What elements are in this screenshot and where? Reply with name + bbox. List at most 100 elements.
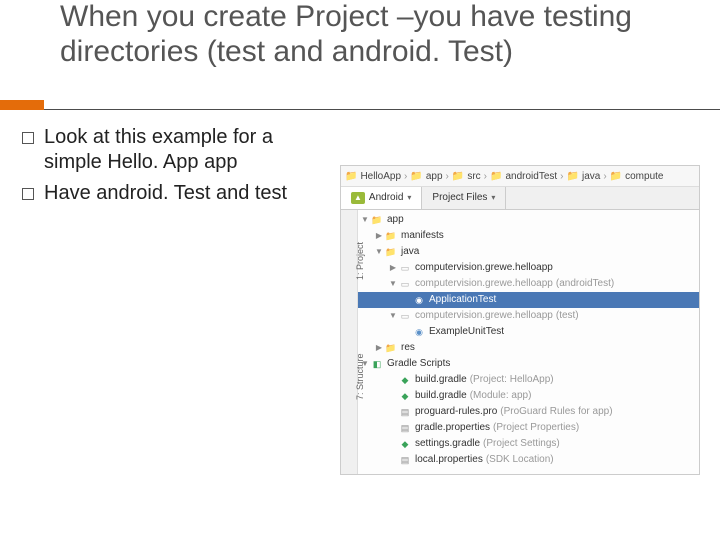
ide-panel: 📁 HelloApp › 📁 app › 📁 src › 📁 androidTe… <box>340 165 700 475</box>
chevron-down-icon: ▾ <box>491 189 495 207</box>
node-label: manifests <box>401 228 444 244</box>
expand-icon[interactable]: ▼ <box>360 212 370 228</box>
gradle-file-icon: ◆ <box>398 390 412 402</box>
node-annotation: (Project Settings) <box>483 436 560 452</box>
crumb[interactable]: java <box>582 171 600 182</box>
node-label: computervision.grewe.helloapp <box>415 308 553 324</box>
tab-label: Android <box>369 189 403 207</box>
folder-icon: 📁 <box>384 342 398 354</box>
crumb[interactable]: androidTest <box>505 171 557 182</box>
tree-node-pkg-androidtest[interactable]: ▼ ▭ computervision.grewe.helloapp (andro… <box>358 276 699 292</box>
folder-icon: 📁 <box>384 246 398 258</box>
chevron-down-icon: ▾ <box>407 189 411 207</box>
tree-node-manifests[interactable]: ▶ 📁 manifests <box>358 228 699 244</box>
bullet-marker <box>22 132 34 144</box>
expand-icon[interactable]: ▶ <box>374 228 384 244</box>
package-icon: ▭ <box>398 262 412 274</box>
tree-node-gradle-scripts[interactable]: ▼ ◧ Gradle Scripts <box>358 356 699 372</box>
folder-icon: 📁 <box>567 171 579 182</box>
node-annotation: (SDK Location) <box>486 452 554 468</box>
gradle-icon: ◧ <box>370 358 384 370</box>
breadcrumb[interactable]: 📁 HelloApp › 📁 app › 📁 src › 📁 androidTe… <box>341 166 699 187</box>
folder-icon: 📁 <box>345 171 357 182</box>
tool-window-stripe: 1: Project 7: Structure <box>341 210 358 474</box>
tree-node-gradle-properties[interactable]: ▤ gradle.properties (Project Properties) <box>358 420 699 436</box>
tab-android[interactable]: ▲ Android ▾ <box>341 187 422 209</box>
node-label: settings.gradle <box>415 436 480 452</box>
tree-node-local-properties[interactable]: ▤ local.properties (SDK Location) <box>358 452 699 468</box>
tree-node-applicationtest[interactable]: ◉ ApplicationTest <box>358 292 699 308</box>
node-label: proguard-rules.pro <box>415 404 497 420</box>
expand-icon[interactable]: ▼ <box>388 308 398 324</box>
node-annotation: (Project Properties) <box>493 420 579 436</box>
node-label: computervision.grewe.helloapp <box>415 260 553 276</box>
project-tree: ▼ 📁 app ▶ 📁 manifests ▼ 📁 java ▶ ▭ compu… <box>358 210 699 474</box>
bullet-marker <box>22 188 34 200</box>
expand-icon[interactable]: ▶ <box>374 340 384 356</box>
title-underline <box>0 109 720 110</box>
chevron-right-icon: › <box>559 171 564 182</box>
node-label: build.gradle <box>415 372 467 388</box>
expand-icon[interactable]: ▶ <box>388 260 398 276</box>
tree-node-build-gradle-project[interactable]: ◆ build.gradle (Project: HelloApp) <box>358 372 699 388</box>
node-label: local.properties <box>415 452 483 468</box>
crumb[interactable]: src <box>467 171 480 182</box>
crumb[interactable]: HelloApp <box>360 171 401 182</box>
node-label: build.gradle <box>415 388 467 404</box>
tree-node-proguard[interactable]: ▤ proguard-rules.pro (ProGuard Rules for… <box>358 404 699 420</box>
tab-label: Project Files <box>432 189 487 207</box>
slide: When you create Project –you have testin… <box>0 0 720 540</box>
node-annotation: (Project: HelloApp) <box>470 372 554 388</box>
tree-node-res[interactable]: ▶ 📁 res <box>358 340 699 356</box>
tree-node-pkg-test[interactable]: ▼ ▭ computervision.grewe.helloapp (test) <box>358 308 699 324</box>
folder-icon: 📁 <box>490 171 502 182</box>
module-icon: 📁 <box>370 214 384 226</box>
tree-node-settings-gradle[interactable]: ◆ settings.gradle (Project Settings) <box>358 436 699 452</box>
class-icon: ◉ <box>412 326 426 338</box>
crumb[interactable]: app <box>426 171 443 182</box>
project-view-tabs: ▲ Android ▾ Project Files ▾ <box>341 187 699 210</box>
android-icon: ▲ <box>351 192 365 204</box>
folder-icon: 📁 <box>452 171 464 182</box>
expand-icon[interactable]: ▼ <box>374 244 384 260</box>
expand-icon[interactable]: ▼ <box>388 276 398 292</box>
node-annotation: (Module: app) <box>470 388 532 404</box>
file-icon: ▤ <box>398 454 412 466</box>
tree-node-pkg-main[interactable]: ▶ ▭ computervision.grewe.helloapp <box>358 260 699 276</box>
node-annotation: (ProGuard Rules for app) <box>500 404 612 420</box>
tree-node-app[interactable]: ▼ 📁 app <box>358 212 699 228</box>
chevron-right-icon: › <box>445 171 450 182</box>
folder-icon: 📁 <box>384 230 398 242</box>
package-icon: ▭ <box>398 278 412 290</box>
folder-icon: 📁 <box>410 171 422 182</box>
bullet-list: Look at this example for a simple Hello.… <box>22 125 312 212</box>
package-icon: ▭ <box>398 310 412 322</box>
gradle-file-icon: ◆ <box>398 374 412 386</box>
bullet-item: Look at this example for a simple Hello.… <box>22 125 312 175</box>
node-label: Gradle Scripts <box>387 356 450 372</box>
node-label: java <box>401 244 419 260</box>
expand-icon[interactable]: ▼ <box>360 356 370 372</box>
chevron-right-icon: › <box>403 171 408 182</box>
node-label: res <box>401 340 415 356</box>
node-annotation: (test) <box>556 308 579 324</box>
tree-node-java[interactable]: ▼ 📁 java <box>358 244 699 260</box>
bullet-text: Have android. Test and test <box>44 181 287 206</box>
accent-bar <box>0 100 44 110</box>
tab-project-files[interactable]: Project Files ▾ <box>422 187 506 209</box>
chevron-right-icon: › <box>602 171 607 182</box>
bullet-text: Look at this example for a simple Hello.… <box>44 125 312 175</box>
title-block: When you create Project –you have testin… <box>60 0 660 69</box>
gradle-file-icon: ◆ <box>398 438 412 450</box>
tree-node-exampleunittest[interactable]: ◉ ExampleUnitTest <box>358 324 699 340</box>
tree-node-build-gradle-module[interactable]: ◆ build.gradle (Module: app) <box>358 388 699 404</box>
node-label: ApplicationTest <box>429 292 496 308</box>
slide-title: When you create Project –you have testin… <box>60 0 660 69</box>
node-annotation: (androidTest) <box>556 276 614 292</box>
file-icon: ▤ <box>398 406 412 418</box>
node-label: app <box>387 212 404 228</box>
file-icon: ▤ <box>398 422 412 434</box>
crumb[interactable]: compute <box>625 171 663 182</box>
chevron-right-icon: › <box>483 171 488 182</box>
bullet-item: Have android. Test and test <box>22 181 312 206</box>
